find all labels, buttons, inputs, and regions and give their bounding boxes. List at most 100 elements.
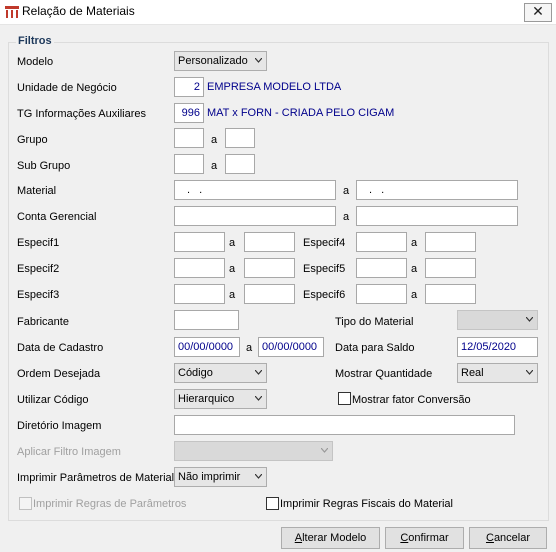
chevron-down-icon	[526, 317, 533, 322]
diretorio-input[interactable]	[174, 415, 515, 435]
especif1-to-input[interactable]	[244, 232, 295, 252]
especif3-separator: a	[229, 289, 236, 301]
especif1-from-input[interactable]	[174, 232, 225, 252]
utilizar-codigo-value: Hierarquico	[178, 393, 235, 405]
especif5-label: Especif5	[303, 263, 346, 275]
title-bar: Relação de Materiais ✕	[0, 0, 556, 25]
tg-code-input[interactable]: 996	[174, 103, 204, 123]
chevron-down-icon	[255, 474, 262, 479]
modelo-value: Personalizado	[178, 55, 248, 67]
mostrar-qtd-label: Mostrar Quantidade	[335, 368, 433, 380]
grupo-label: Grupo	[17, 134, 48, 146]
especif3-label: Especif3	[17, 289, 60, 301]
especif6-label: Especif6	[303, 289, 346, 301]
unidade-label: Unidade de Negócio	[17, 82, 117, 94]
chevron-down-icon	[255, 370, 262, 375]
alterar-modelo-button[interactable]: Alterar Modelo	[281, 527, 380, 549]
fabricante-label: Fabricante	[17, 316, 69, 328]
especif3-to-input[interactable]	[244, 284, 295, 304]
filtro-imagem-select[interactable]	[174, 441, 333, 461]
subgrupo-label: Sub Grupo	[17, 160, 71, 172]
close-button[interactable]: ✕	[524, 3, 552, 22]
unidade-code-input[interactable]: 2	[174, 77, 204, 97]
especif2-from-input[interactable]	[174, 258, 225, 278]
fator-conversao-label: Mostrar fator Conversão	[352, 394, 471, 406]
conta-from-input[interactable]	[174, 206, 336, 226]
utilizar-codigo-label: Utilizar Código	[17, 394, 89, 406]
filters-title: Filtros	[16, 35, 54, 47]
grupo-to-input[interactable]	[225, 128, 255, 148]
regras-param-checkbox[interactable]	[19, 497, 32, 510]
especif4-to-input[interactable]	[425, 232, 476, 252]
data-cadastro-from-input[interactable]: 00/00/0000	[174, 337, 240, 357]
chevron-down-icon	[321, 448, 328, 453]
close-icon: ✕	[532, 3, 544, 19]
especif6-separator: a	[411, 289, 418, 301]
especif1-separator: a	[229, 237, 236, 249]
especif6-to-input[interactable]	[425, 284, 476, 304]
subgrupo-from-input[interactable]	[174, 154, 204, 174]
especif5-from-input[interactable]	[356, 258, 407, 278]
conta-separator: a	[343, 211, 350, 223]
especif2-separator: a	[229, 263, 236, 275]
ordem-value: Código	[178, 367, 213, 379]
regras-fiscais-checkbox[interactable]	[266, 497, 279, 510]
especif6-from-input[interactable]	[356, 284, 407, 304]
diretorio-label: Diretório Imagem	[17, 420, 102, 432]
imprimir-param-select[interactable]: Não imprimir	[174, 467, 267, 487]
material-separator: a	[343, 185, 350, 197]
cancelar-accesskey: C	[485, 532, 494, 544]
data-saldo-label: Data para Saldo	[335, 342, 415, 354]
confirmar-label: onfirmar	[408, 532, 449, 544]
material-from-input[interactable]: . .	[174, 180, 336, 200]
modelo-select[interactable]: Personalizado	[174, 51, 267, 71]
confirmar-button[interactable]: Confirmar	[385, 527, 464, 549]
especif2-label: Especif2	[17, 263, 60, 275]
data-cadastro-label: Data de Cadastro	[17, 342, 104, 354]
mostrar-qtd-value: Real	[461, 367, 484, 379]
material-to-input[interactable]: . .	[356, 180, 518, 200]
tipo-material-select[interactable]	[457, 310, 538, 330]
conta-to-input[interactable]	[356, 206, 518, 226]
regras-param-label: Imprimir Regras de Parâmetros	[33, 498, 187, 510]
especif5-to-input[interactable]	[425, 258, 476, 278]
filtro-imagem-label: Aplicar Filtro Imagem	[17, 446, 121, 458]
window-title: Relação de Materiais	[22, 4, 135, 18]
especif4-from-input[interactable]	[356, 232, 407, 252]
unidade-description: EMPRESA MODELO LTDA	[207, 81, 342, 93]
utilizar-codigo-select[interactable]: Hierarquico	[174, 389, 267, 409]
mostrar-qtd-select[interactable]: Real	[457, 363, 538, 383]
ordem-label: Ordem Desejada	[17, 368, 101, 380]
data-cadastro-to-input[interactable]: 00/00/0000	[258, 337, 324, 357]
fator-conversao-checkbox[interactable]	[338, 392, 351, 405]
tg-label: TG Informações Auxiliares	[17, 108, 146, 120]
chevron-down-icon	[526, 370, 533, 375]
cancelar-label: ancelar	[493, 532, 531, 544]
data-saldo-input[interactable]: 12/05/2020	[457, 337, 538, 357]
subgrupo-separator: a	[211, 160, 218, 172]
fabricante-input[interactable]	[174, 310, 239, 330]
especif2-to-input[interactable]	[244, 258, 295, 278]
modelo-label: Modelo	[17, 56, 54, 68]
regras-fiscais-label: Imprimir Regras Fiscais do Material	[280, 498, 453, 510]
especif5-separator: a	[411, 263, 418, 275]
subgrupo-to-input[interactable]	[225, 154, 255, 174]
imprimir-param-label: Imprimir Parâmetros de Material	[17, 472, 175, 484]
tg-description: MAT x FORN - CRIADA PELO CIGAM	[207, 107, 395, 119]
imprimir-param-value: Não imprimir	[178, 471, 241, 483]
alterar-modelo-accesskey: A	[294, 532, 303, 544]
cancelar-button[interactable]: Cancelar	[469, 527, 547, 549]
grupo-from-input[interactable]	[174, 128, 204, 148]
chevron-down-icon	[255, 58, 262, 63]
material-label: Material	[17, 185, 57, 197]
especif3-from-input[interactable]	[174, 284, 225, 304]
grupo-separator: a	[211, 134, 218, 146]
chevron-down-icon	[255, 396, 262, 401]
ordem-select[interactable]: Código	[174, 363, 267, 383]
especif1-label: Especif1	[17, 237, 60, 249]
tipo-material-label: Tipo do Material	[335, 316, 414, 328]
especif4-label: Especif4	[303, 237, 346, 249]
especif4-separator: a	[411, 237, 418, 249]
data-cadastro-separator: a	[246, 342, 253, 354]
conta-label: Conta Gerencial	[17, 211, 97, 223]
